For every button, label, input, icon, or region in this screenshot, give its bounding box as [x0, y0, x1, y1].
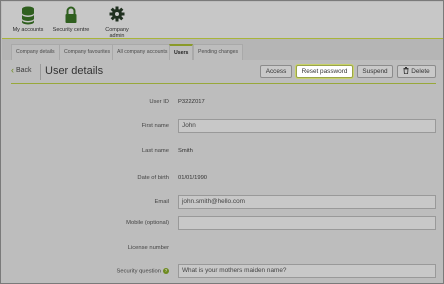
- user-id-value: P322Z017: [178, 99, 205, 105]
- nav-item-my-accounts[interactable]: My accounts: [11, 5, 45, 33]
- tab-pending-changes[interactable]: Pending changes: [193, 44, 244, 61]
- reset-password-button[interactable]: Reset password: [296, 65, 353, 78]
- database-icon: [22, 6, 34, 25]
- app-frame: My accounts Security centre Company admi: [0, 0, 444, 284]
- email-label: Email: [154, 199, 170, 205]
- email-input[interactable]: john.smith@hello.com: [178, 195, 436, 209]
- chevron-left-icon: ‹: [11, 65, 14, 75]
- security-question-label: Security question: [116, 268, 161, 275]
- help-icon[interactable]: ?: [163, 268, 169, 274]
- mobile-input[interactable]: [178, 216, 436, 230]
- mobile-label: Mobile (optional): [126, 220, 169, 226]
- lock-icon: [65, 6, 77, 23]
- security-question-input[interactable]: What is your mothers maiden name?: [178, 264, 436, 278]
- tab-bar: Company details Company favourites All c…: [2, 38, 443, 61]
- divider: [40, 64, 41, 80]
- tab-company-details[interactable]: Company details: [11, 44, 60, 61]
- nav-item-security-centre[interactable]: Security centre: [52, 5, 90, 33]
- suspend-button[interactable]: Suspend: [357, 65, 393, 78]
- license-label: License number: [127, 245, 169, 251]
- trash-icon: [403, 67, 409, 75]
- back-label: Back: [16, 67, 32, 74]
- first-name-label: First name: [141, 123, 169, 129]
- main-content: ‹ Back User details Access Reset passwor…: [2, 60, 443, 283]
- nav-item-label: Security centre: [52, 27, 90, 33]
- nav-item-company-admin[interactable]: Company admin: [98, 5, 136, 46]
- access-button[interactable]: Access: [260, 65, 292, 78]
- page-title: User details: [45, 65, 104, 77]
- top-navigation: My accounts Security centre Company admi: [2, 2, 443, 46]
- dob-value: 01/01/1990: [178, 175, 208, 181]
- last-name-label: Last name: [141, 148, 169, 154]
- first-name-input[interactable]: John: [178, 119, 436, 133]
- delete-button[interactable]: Delete: [397, 65, 436, 78]
- user-id-label: User ID: [149, 99, 169, 105]
- header-divider: [11, 83, 436, 84]
- nav-item-label: My accounts: [12, 27, 44, 33]
- last-name-value: Smith: [178, 148, 193, 154]
- gear-icon: [109, 6, 125, 22]
- tab-company-favourites[interactable]: Company favourites: [59, 44, 116, 61]
- tab-all-company-accounts[interactable]: All company accounts: [112, 44, 173, 61]
- tab-users[interactable]: Users: [169, 44, 194, 61]
- delete-label: Delete: [411, 68, 430, 75]
- back-link[interactable]: ‹ Back: [11, 65, 32, 75]
- dob-label: Date of birth: [137, 175, 169, 181]
- security-question-label-row: Security question?: [49, 268, 169, 275]
